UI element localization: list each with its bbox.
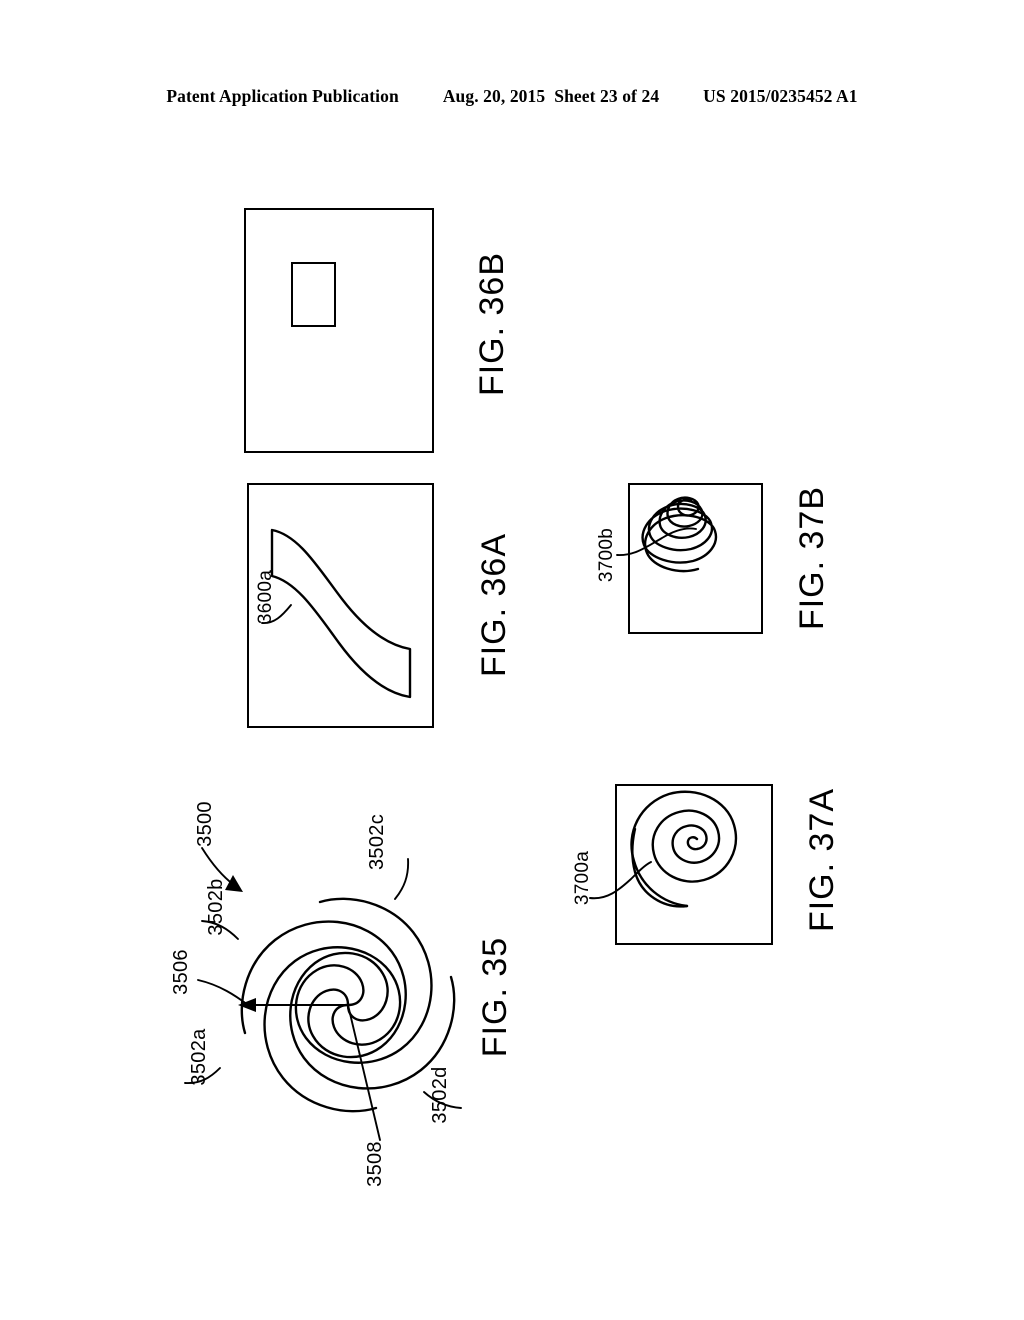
figure-36b-caption: FIG. 36B [473, 251, 511, 397]
figure-35-ref-3508: 3508 [364, 1141, 386, 1187]
header-sheet: Sheet 23 of 24 [554, 86, 660, 106]
figure-35-leader-3502c [394, 858, 410, 900]
figure-35-ref-3502b: 3502b [205, 878, 227, 936]
figure-35-spiral-assembly [184, 847, 462, 1141]
figure-36a-caption: FIG. 36A [475, 532, 513, 678]
page-header: Patent Application Publication Aug. 20, … [0, 86, 1024, 112]
figure-35-radial-line-3508 [347, 1004, 381, 1141]
figure-37a-leader-3700a [589, 861, 652, 900]
figure-36a-leader-3600a [261, 604, 292, 624]
header-publication: Patent Application Publication [166, 86, 399, 106]
figure-37b-caption: FIG. 37B [793, 485, 831, 631]
figure-35-leader-3506 [197, 979, 249, 1006]
figure-35-ref-3506: 3506 [170, 949, 192, 995]
figure-35-caption: FIG. 35 [476, 936, 514, 1058]
header-serial: US 2015/0235452 A1 [703, 86, 858, 106]
figure-35-ref-3500: 3500 [194, 801, 216, 847]
figure-36b-inner-rectangle [291, 262, 336, 327]
figure-35-ref-3502c: 3502c [366, 814, 388, 870]
figure-37a-caption: FIG. 37A [803, 787, 841, 933]
figure-35-ref-3502a: 3502a [188, 1028, 210, 1086]
figure-36b-frame [244, 208, 434, 453]
figure-37b-leader-3700b [616, 527, 697, 556]
figure-35-ref-3502d: 3502d [429, 1066, 451, 1124]
header-date: Aug. 20, 2015 [442, 86, 546, 106]
